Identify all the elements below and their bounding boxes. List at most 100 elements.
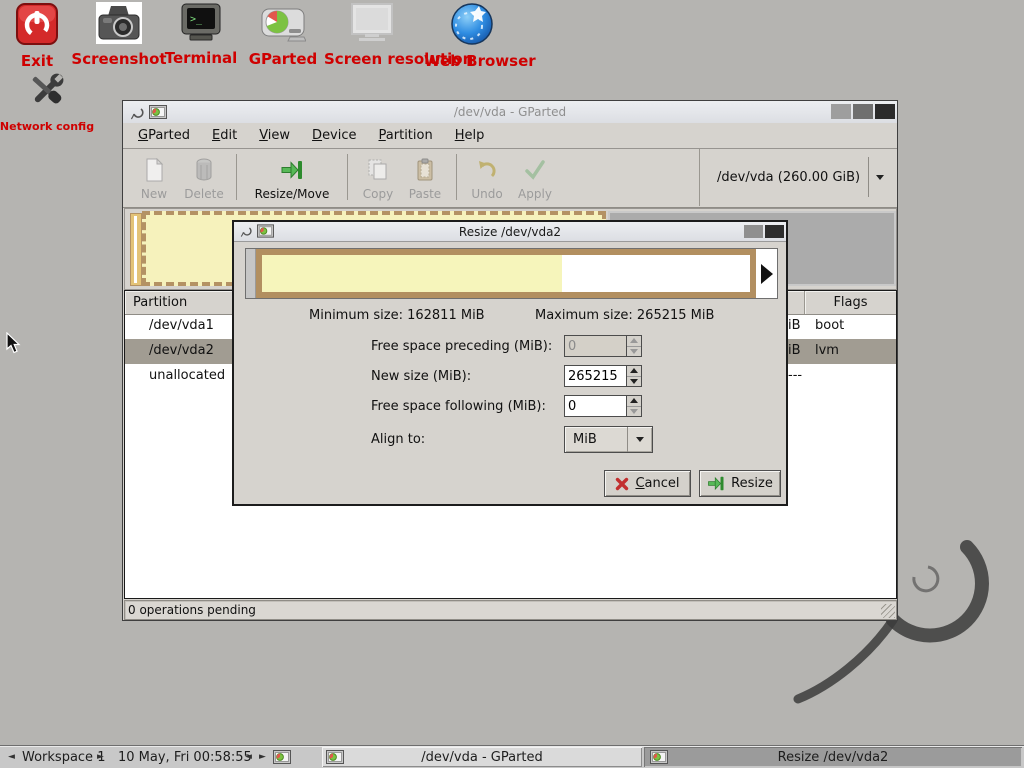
taskbar-task-resize-dialog[interactable]: Resize /dev/vda2 xyxy=(644,747,1022,767)
terminal-icon: >_ xyxy=(180,3,222,43)
dialog-titlebar[interactable]: Resize /dev/vda2 xyxy=(234,222,786,242)
close-button[interactable] xyxy=(765,225,784,238)
drag-arrow-icon xyxy=(761,264,773,284)
desktop-icon-web-browser[interactable]: Web Browser xyxy=(424,2,520,70)
free-space-preceding-input[interactable] xyxy=(564,335,627,357)
delete-partition-icon xyxy=(194,158,214,182)
toolbar-separator xyxy=(236,154,237,200)
mouse-cursor xyxy=(6,332,22,354)
operations-pending-text: 0 operations pending xyxy=(125,601,896,617)
desktop: Exit Screenshot >_ Terminal xyxy=(0,0,1024,768)
cancel-button[interactable]: Cancel xyxy=(604,470,691,497)
partition-graphic-vda1[interactable] xyxy=(130,213,142,286)
toolbar: New Delete xyxy=(123,149,897,208)
spin-up-icon xyxy=(630,368,638,373)
menu-help[interactable]: Help xyxy=(444,124,496,147)
dialog-title: Resize /dev/vda2 xyxy=(234,225,786,239)
paste-icon xyxy=(415,158,435,182)
maximize-button[interactable] xyxy=(744,225,763,238)
align-to-dropdown[interactable]: MiB xyxy=(564,426,653,453)
device-selector-dropdown[interactable] xyxy=(868,157,891,197)
workspace-prev-button[interactable]: ◄ xyxy=(8,746,15,768)
task-prev-button[interactable]: ◄ xyxy=(245,746,252,768)
globe-icon xyxy=(450,2,494,46)
device-selector-value: /dev/vda (260.00 GiB) xyxy=(717,170,860,185)
spin-up-icon xyxy=(630,398,638,403)
spin-up-icon xyxy=(630,338,638,343)
close-button[interactable] xyxy=(875,104,895,119)
resize-arrow-icon xyxy=(707,475,725,492)
task-label: Resize /dev/vda2 xyxy=(644,750,1022,765)
device-selector[interactable]: /dev/vda (260.00 GiB) xyxy=(707,157,891,197)
free-space-following-label: Free space following (MiB): xyxy=(371,399,546,414)
resize-grip[interactable] xyxy=(881,604,895,618)
paste-button[interactable]: Paste xyxy=(401,152,449,201)
spinner-buttons[interactable] xyxy=(627,335,642,357)
new-partition-icon xyxy=(143,158,165,182)
spinner-buttons[interactable] xyxy=(627,395,642,417)
free-space-following-input[interactable] xyxy=(564,395,627,417)
minimum-size-label: Minimum size: 162811 MiB xyxy=(309,308,485,323)
desktop-icon-network-config[interactable]: Network config xyxy=(0,70,95,133)
icon-box[interactable] xyxy=(273,749,291,765)
gparted-titlebar[interactable]: /dev/vda - GParted xyxy=(123,101,897,124)
spinner-buttons[interactable] xyxy=(627,365,642,387)
workspace-label: Workspace 1 xyxy=(22,746,105,768)
resize-partition-extent xyxy=(256,249,756,298)
align-to-label: Align to: xyxy=(371,432,425,447)
resize-move-icon xyxy=(280,159,304,181)
resize-bar-used xyxy=(262,255,562,292)
copy-button[interactable]: Copy xyxy=(355,152,401,201)
resize-left-handle[interactable] xyxy=(246,249,256,298)
resize-button[interactable]: Resize xyxy=(699,470,781,497)
menu-partition[interactable]: Partition xyxy=(368,124,444,147)
resize-partition-bar xyxy=(262,255,750,292)
new-size-spinbox[interactable] xyxy=(564,365,642,387)
desktop-icon-label: Network config xyxy=(0,120,95,133)
column-header-flags[interactable]: Flags xyxy=(805,291,896,314)
cancel-x-icon xyxy=(615,477,629,491)
toolbar-separator xyxy=(699,149,700,206)
tools-icon xyxy=(23,70,71,114)
align-to-value: MiB xyxy=(565,432,627,447)
apply-button[interactable]: Apply xyxy=(510,152,560,201)
delete-button[interactable]: Delete xyxy=(179,152,229,201)
menu-device[interactable]: Device xyxy=(301,124,367,147)
desktop-icon-gparted[interactable]: GParted xyxy=(235,4,331,68)
copy-icon xyxy=(366,158,390,182)
new-button[interactable]: New xyxy=(129,152,179,201)
gparted-disk-icon xyxy=(260,4,306,44)
clock: 10 May, Fri 00:58:55 xyxy=(118,746,252,768)
spin-down-icon xyxy=(630,349,638,354)
menu-view[interactable]: View xyxy=(248,124,301,147)
resize-right-handle[interactable] xyxy=(756,249,777,298)
taskbar-task-gparted[interactable]: /dev/vda - GParted xyxy=(322,747,642,767)
free-space-preceding-spinbox[interactable] xyxy=(564,335,642,357)
status-bar: 0 operations pending xyxy=(124,600,897,620)
free-space-following-spinbox[interactable] xyxy=(564,395,642,417)
menubar: GParted Edit View Device Partition Help xyxy=(123,123,897,149)
resize-button-label: Resize xyxy=(731,476,773,491)
maximum-size-label: Maximum size: 265215 MiB xyxy=(535,308,714,323)
maximize-button[interactable] xyxy=(853,104,873,119)
undo-button[interactable]: Undo xyxy=(464,152,510,201)
desktop-icon-label: GParted xyxy=(235,50,331,68)
gparted-app-icon xyxy=(650,750,668,764)
window-title: /dev/vda - GParted xyxy=(123,105,897,119)
menu-gparted[interactable]: GParted xyxy=(127,124,201,147)
chevron-down-icon xyxy=(876,175,884,180)
desktop-icon-screen-resolution[interactable]: Screen resolution xyxy=(324,3,420,68)
toolbar-separator xyxy=(347,154,348,200)
new-size-input[interactable] xyxy=(564,365,627,387)
task-next-button[interactable]: ► xyxy=(259,746,266,768)
resize-move-button[interactable]: Resize/Move xyxy=(244,152,340,201)
menu-edit[interactable]: Edit xyxy=(201,124,248,147)
monitor-icon xyxy=(348,3,396,44)
chevron-down-icon xyxy=(627,427,652,452)
minimize-button[interactable] xyxy=(831,104,851,119)
gparted-app-icon xyxy=(326,750,344,764)
resize-slider-widget[interactable] xyxy=(245,248,778,299)
toolbar-separator xyxy=(456,154,457,200)
desktop-icon-label: Screen resolution xyxy=(324,50,420,68)
workspace-next-button[interactable]: ► xyxy=(97,746,104,768)
